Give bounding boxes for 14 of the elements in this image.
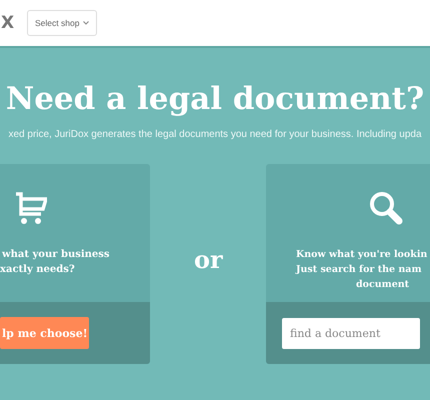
card-text: Know what you're lookin bbox=[295, 248, 428, 262]
card-text: xactly needs? bbox=[0, 263, 76, 277]
search-icon bbox=[369, 191, 403, 225]
logo: X bbox=[1, 13, 16, 33]
hero-title: Need a legal document? bbox=[4, 81, 426, 117]
card-text: document bbox=[355, 278, 410, 292]
hero-subtitle: xed price, JuriDox generates the legal documents you need for your business. Including upda bbox=[7, 129, 423, 140]
cart-icon bbox=[15, 191, 47, 225]
shop-select[interactable]: Select shop bbox=[27, 10, 98, 36]
or-separator: or bbox=[194, 244, 223, 274]
search-field[interactable]: find a document bbox=[282, 318, 420, 348]
card-text: Just search for the nam bbox=[294, 263, 422, 277]
caret-icon bbox=[83, 21, 90, 25]
card-text: what your business bbox=[1, 248, 110, 262]
